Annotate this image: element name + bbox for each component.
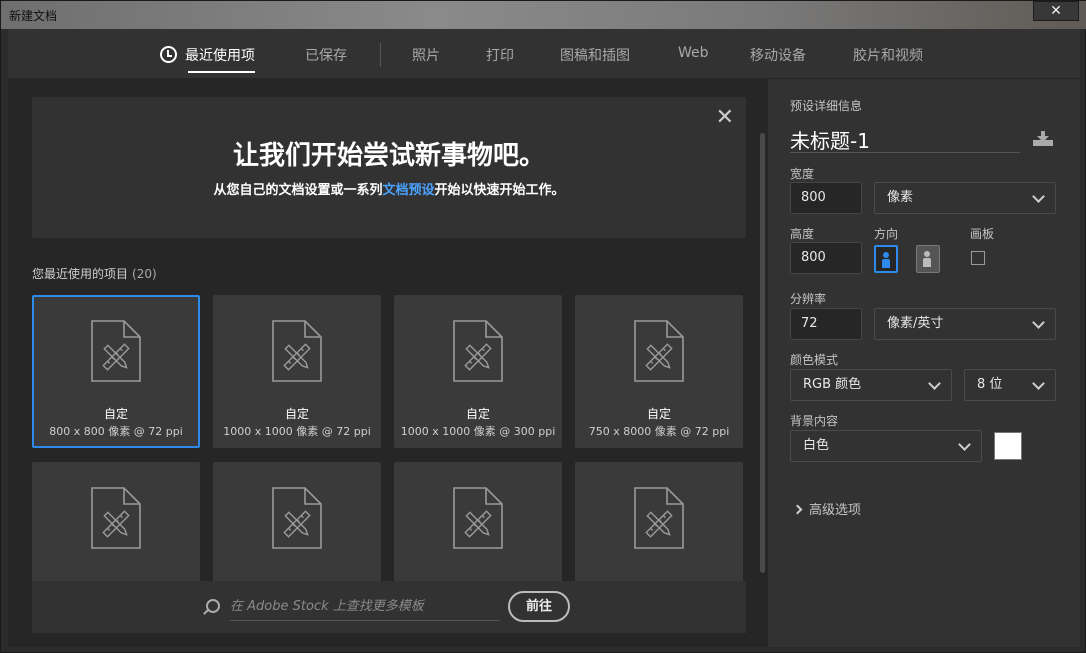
stock-search-input[interactable]: 在 Adobe Stock 上查找更多模板 (230, 595, 500, 621)
resolution-unit-value: 像素/英寸 (887, 316, 944, 331)
category-tabs: 最近使用项 已保存 照片 打印 图稿和插图 Web 移动设备 胶片和视频 (8, 29, 1080, 79)
document-name-input[interactable]: 未标题-1 (790, 125, 1020, 153)
recent-item-dimensions: 1000 x 1000 像素 @ 72 ppi (223, 425, 371, 438)
portrait-orientation-button[interactable] (874, 245, 898, 273)
document-preset-icon (453, 487, 503, 549)
document-preset-icon (634, 320, 684, 382)
document-preset-icon (453, 320, 503, 382)
resolution-input[interactable]: 72 (790, 308, 862, 340)
chevron-down-icon (1032, 377, 1045, 390)
orientation-label: 方向 (874, 227, 899, 241)
document-preset-icon (272, 320, 322, 382)
resolution-label: 分辨率 (790, 292, 827, 306)
go-button[interactable]: 前往 (508, 591, 570, 622)
height-input[interactable]: 800 (790, 242, 862, 274)
window-close-button[interactable]: ✕ (1033, 1, 1079, 21)
recent-item-card[interactable] (213, 462, 381, 585)
recent-item-dimensions: 750 x 8000 像素 @ 72 ppi (588, 425, 730, 438)
width-input[interactable]: 800 (790, 182, 862, 214)
advanced-options-label: 高级选项 (809, 503, 862, 518)
chevron-right-icon (792, 504, 803, 515)
tab-divider (380, 43, 381, 67)
recent-items-heading: 您最近使用的项目 (20) (32, 265, 157, 282)
clock-icon (160, 46, 177, 63)
active-tab-indicator (188, 71, 255, 73)
recent-item-card[interactable]: 自定 1000 x 1000 像素 @ 300 ppi (394, 295, 562, 448)
search-icon (206, 599, 220, 613)
background-contents-value: 白色 (803, 438, 830, 453)
document-preset-icon (272, 487, 322, 549)
tab-label: 最近使用项 (185, 48, 255, 64)
document-preset-icon (634, 487, 684, 549)
color-mode-select[interactable]: RGB 颜色 (790, 369, 952, 401)
banner-close-icon[interactable]: ✕ (716, 105, 734, 130)
background-contents-select[interactable]: 白色 (790, 430, 982, 462)
recent-item-name: 自定 (646, 407, 671, 421)
recent-item-name: 自定 (284, 407, 309, 421)
artboard-checkbox[interactable] (971, 251, 985, 265)
advanced-options-toggle[interactable]: 高级选项 (792, 499, 862, 518)
tab-mobile[interactable]: 移动设备 (750, 45, 806, 65)
width-unit-value: 像素 (887, 190, 914, 205)
recent-items-count: (20) (132, 267, 157, 281)
recent-item-card[interactable]: 自定 1000 x 1000 像素 @ 72 ppi (213, 295, 381, 448)
bit-depth-value: 8 位 (977, 377, 1003, 392)
recent-item-dimensions: 1000 x 1000 像素 @ 300 ppi (400, 425, 556, 438)
document-preset-icon (91, 487, 141, 549)
landscape-icon (923, 251, 931, 267)
artboard-label: 画板 (970, 227, 995, 241)
banner-sub-after: 开始以快速开始工作。 (434, 183, 565, 198)
dialog-body: 最近使用项 已保存 照片 打印 图稿和插图 Web 移动设备 胶片和视频 让我们… (8, 29, 1080, 647)
window-title: 新建文档 (9, 9, 58, 23)
tab-art-illustration[interactable]: 图稿和插图 (560, 45, 630, 65)
save-preset-icon[interactable] (1032, 131, 1054, 147)
height-label: 高度 (790, 227, 815, 241)
tab-film-video[interactable]: 胶片和视频 (853, 45, 923, 65)
resolution-unit-select[interactable]: 像素/英寸 (874, 308, 1056, 340)
landscape-orientation-button[interactable] (916, 245, 940, 273)
recent-item-name: 自定 (465, 407, 490, 421)
new-document-dialog: 新建文档 ✕ 最近使用项 已保存 照片 打印 图稿和插图 Web 移动设备 胶片… (0, 0, 1086, 653)
presets-panel: 让我们开始尝试新事物吧。 从您自己的文档设置或一系列文档预设开始以快速开始工作。… (8, 79, 768, 647)
color-mode-value: RGB 颜色 (803, 377, 862, 392)
welcome-banner: 让我们开始尝试新事物吧。 从您自己的文档设置或一系列文档预设开始以快速开始工作。… (32, 97, 746, 238)
adobe-stock-bar: 在 Adobe Stock 上查找更多模板 前往 (32, 581, 746, 633)
tab-recent[interactable]: 最近使用项 (160, 45, 255, 73)
title-bar[interactable]: 新建文档 ✕ (1, 1, 1086, 29)
document-preset-icon (91, 320, 141, 382)
tab-saved[interactable]: 已保存 (305, 45, 347, 65)
tab-photo[interactable]: 照片 (412, 45, 440, 65)
chevron-down-icon (1032, 190, 1045, 203)
presets-scrollbar[interactable] (760, 133, 765, 573)
background-contents-label: 背景内容 (790, 414, 839, 428)
recent-item-card[interactable]: 自定 750 x 8000 像素 @ 72 ppi (575, 295, 743, 448)
recent-item-card[interactable] (32, 462, 200, 585)
width-unit-select[interactable]: 像素 (874, 182, 1056, 214)
portrait-icon (882, 252, 890, 268)
width-label: 宽度 (790, 167, 815, 181)
recent-item-dimensions: 800 x 800 像素 @ 72 ppi (49, 425, 183, 438)
bit-depth-select[interactable]: 8 位 (964, 369, 1056, 401)
banner-sub-before: 从您自己的文档设置或一系列 (213, 183, 383, 198)
preset-details-label: 预设详细信息 (790, 99, 863, 113)
recent-item-card[interactable] (394, 462, 562, 585)
recent-item-card[interactable] (575, 462, 743, 585)
recent-items-grid: 自定 800 x 800 像素 @ 72 ppi 自定 1000 x 1000 像素 … (32, 295, 746, 585)
background-color-swatch[interactable] (994, 432, 1022, 460)
tab-print[interactable]: 打印 (486, 45, 514, 65)
chevron-down-icon (1032, 316, 1045, 329)
chevron-down-icon (958, 438, 971, 451)
tab-web[interactable]: Web (678, 45, 709, 61)
color-mode-label: 颜色模式 (790, 353, 839, 367)
recent-items-label: 您最近使用的项目 (32, 267, 129, 281)
chevron-down-icon (928, 377, 941, 390)
preset-details-panel: 预设详细信息 未标题-1 宽度 800 像素 高度 800 方向 画板 分辨率 … (770, 79, 1080, 647)
recent-item-name: 自定 (103, 407, 128, 421)
banner-headline: 让我们开始尝试新事物吧。 (232, 141, 545, 171)
recent-item-card[interactable]: 自定 800 x 800 像素 @ 72 ppi (32, 295, 200, 448)
banner-subtext: 从您自己的文档设置或一系列文档预设开始以快速开始工作。 (32, 179, 746, 198)
document-presets-link[interactable]: 文档预设 (382, 183, 434, 198)
